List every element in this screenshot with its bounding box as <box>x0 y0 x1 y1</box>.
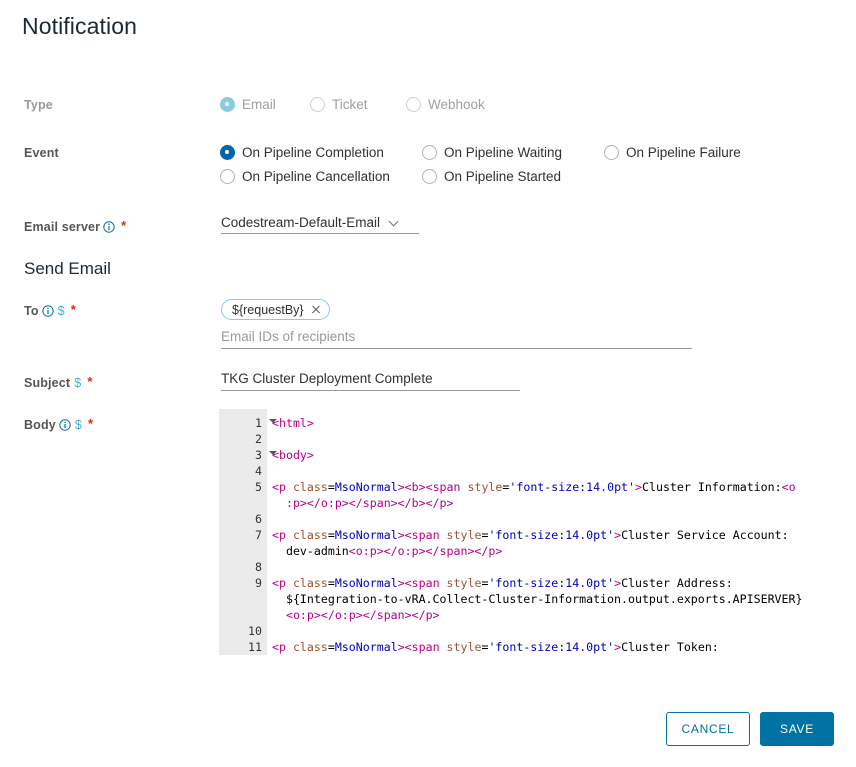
radio-option-label: Webhook <box>428 96 485 112</box>
notification-form-page: Notification Type Email Ticket Webhook Eve… <box>0 0 856 767</box>
editor-code-line: <p class=MsoNormal><span style='font-siz… <box>272 576 733 590</box>
editor-line-number: 5 <box>255 480 262 494</box>
editor-line-number: 3 <box>219 447 277 463</box>
send-email-section-header: Send Email <box>24 259 111 278</box>
radio-dot-icon[interactable] <box>310 96 325 112</box>
editor-line-number: 10 <box>248 624 262 638</box>
cancel-button[interactable]: CANCEL <box>666 712 750 746</box>
recipient-chip-label: ${requestBy} <box>232 302 304 317</box>
editor-line-number: 9 <box>255 576 262 590</box>
editor-code-line: <p class=MsoNormal><span style='font-siz… <box>272 528 789 542</box>
editor-line-number <box>219 543 267 559</box>
required-asterisk: * <box>87 374 93 389</box>
editor-line-number: 11 <box>248 640 262 654</box>
body-label: Body $ * <box>24 416 93 434</box>
recipient-chip[interactable]: ${requestBy} <box>221 299 330 320</box>
chevron-down-icon <box>390 218 399 227</box>
close-icon[interactable] <box>311 305 321 315</box>
radio-option[interactable]: On Pipeline Started <box>422 164 586 188</box>
event-label: Event <box>24 146 59 160</box>
radio-dot-icon[interactable] <box>220 144 235 160</box>
save-button[interactable]: SAVE <box>760 712 834 746</box>
type-label-text: Type <box>24 98 53 112</box>
radio-option-label: On Pipeline Completion <box>242 144 384 160</box>
body-label-text: Body <box>24 418 56 432</box>
editor-code-line: <p class=MsoNormal><span style='font-siz… <box>272 640 719 654</box>
editor-code-line: ${Integration-to-vRA.Collect-Cluster-Inf… <box>272 592 803 606</box>
variable-binding-icon[interactable]: $ <box>75 418 82 432</box>
editor-line-number <box>219 495 267 511</box>
to-placeholder: Email IDs of recipients <box>221 329 356 344</box>
type-label: Type <box>24 98 53 112</box>
editor-line-number: 4 <box>255 464 262 478</box>
radio-option-label: On Pipeline Waiting <box>444 144 563 160</box>
editor-code-line: dev-admin<o:p></o:p></span></p> <box>272 544 503 558</box>
variable-binding-icon[interactable]: $ <box>74 376 81 390</box>
radio-option[interactable]: On Pipeline Failure <box>604 140 754 164</box>
editor-line-number: 6 <box>255 512 262 526</box>
editor-code-line: <o:p></o:p></span></p> <box>285 608 440 622</box>
radio-option-label: On Pipeline Started <box>444 168 562 184</box>
editor-line-number: 7 <box>255 528 262 542</box>
radio-dot-icon[interactable] <box>220 168 235 184</box>
type-radio-group[interactable]: Email Ticket Webhook <box>220 92 514 116</box>
to-input-field[interactable]: ${requestBy} Email IDs of recipients <box>221 299 692 349</box>
editor-code-line <box>272 559 856 575</box>
subject-label-text: Subject <box>24 376 71 390</box>
variable-binding-icon[interactable]: $ <box>58 304 65 318</box>
code-fold-arrow-icon[interactable] <box>269 419 277 423</box>
to-label-text: To <box>24 304 39 318</box>
radio-option[interactable]: On Pipeline Waiting <box>422 140 586 164</box>
radio-option[interactable]: On Pipeline Completion <box>220 140 404 164</box>
editor-line-number <box>219 591 267 607</box>
editor-code-line: <html> <box>272 416 314 430</box>
editor-line-number-gutter: 1 2 3 4 5 6 7 8 9 10 11 <box>219 409 277 655</box>
radio-dot-icon[interactable] <box>422 168 437 184</box>
radio-option[interactable]: Ticket <box>310 92 388 116</box>
required-asterisk: * <box>70 302 76 317</box>
info-icon[interactable] <box>59 419 71 434</box>
editor-line-number <box>219 607 267 623</box>
editor-code-line: <p class=MsoNormal><b><span style='font-… <box>272 480 796 494</box>
editor-line-number: 8 <box>255 560 262 574</box>
editor-code-line <box>272 463 856 479</box>
body-code-editor[interactable]: 1 2 3 4 5 6 7 8 9 10 11 <html> <body> <p class=MsoNo… <box>219 409 856 655</box>
editor-code-line: <body> <box>272 448 314 462</box>
event-label-text: Event <box>24 146 59 160</box>
editor-code-line <box>272 623 856 639</box>
radio-option-label: On Pipeline Cancellation <box>242 168 390 184</box>
editor-code-line: :p></o:p></span></b></p> <box>285 496 454 510</box>
radio-dot-icon[interactable] <box>422 144 437 160</box>
radio-option[interactable]: On Pipeline Cancellation <box>220 164 404 188</box>
info-icon[interactable] <box>103 221 115 236</box>
editor-code-line <box>272 431 856 447</box>
radio-option-label: Email <box>242 96 276 112</box>
email-server-label-text: Email server <box>24 220 101 234</box>
radio-dot-icon[interactable] <box>406 96 421 112</box>
email-server-select[interactable]: Codestream-Default-Email <box>221 215 419 234</box>
required-asterisk: * <box>121 218 127 233</box>
radio-option[interactable]: Webhook <box>406 92 496 116</box>
code-fold-arrow-icon[interactable] <box>269 451 277 455</box>
page-title: Notification <box>22 13 137 39</box>
radio-dot-icon[interactable] <box>604 144 619 160</box>
radio-option-label: Ticket <box>332 96 368 112</box>
editor-code-line <box>272 511 856 527</box>
radio-dot-icon[interactable] <box>220 96 235 112</box>
subject-label: Subject $ * <box>24 374 93 390</box>
event-radio-group[interactable]: On Pipeline Completion On Pipeline Waitin… <box>220 140 780 188</box>
email-server-value: Codestream-Default-Email <box>221 215 381 230</box>
to-label: To $ * <box>24 302 76 320</box>
info-icon[interactable] <box>41 305 54 320</box>
required-asterisk: * <box>87 416 94 431</box>
editor-line-number: 1 <box>219 415 277 431</box>
email-server-label: Email server * <box>24 218 126 236</box>
subject-input[interactable]: TKG Cluster Deployment Complete <box>221 371 520 391</box>
radio-option[interactable]: Email <box>220 92 292 116</box>
editor-line-number: 2 <box>255 432 262 446</box>
editor-code-area[interactable]: <html> <body> <p class=MsoNormal><b><span … <box>267 409 856 655</box>
radio-option-label: On Pipeline Failure <box>626 144 741 160</box>
